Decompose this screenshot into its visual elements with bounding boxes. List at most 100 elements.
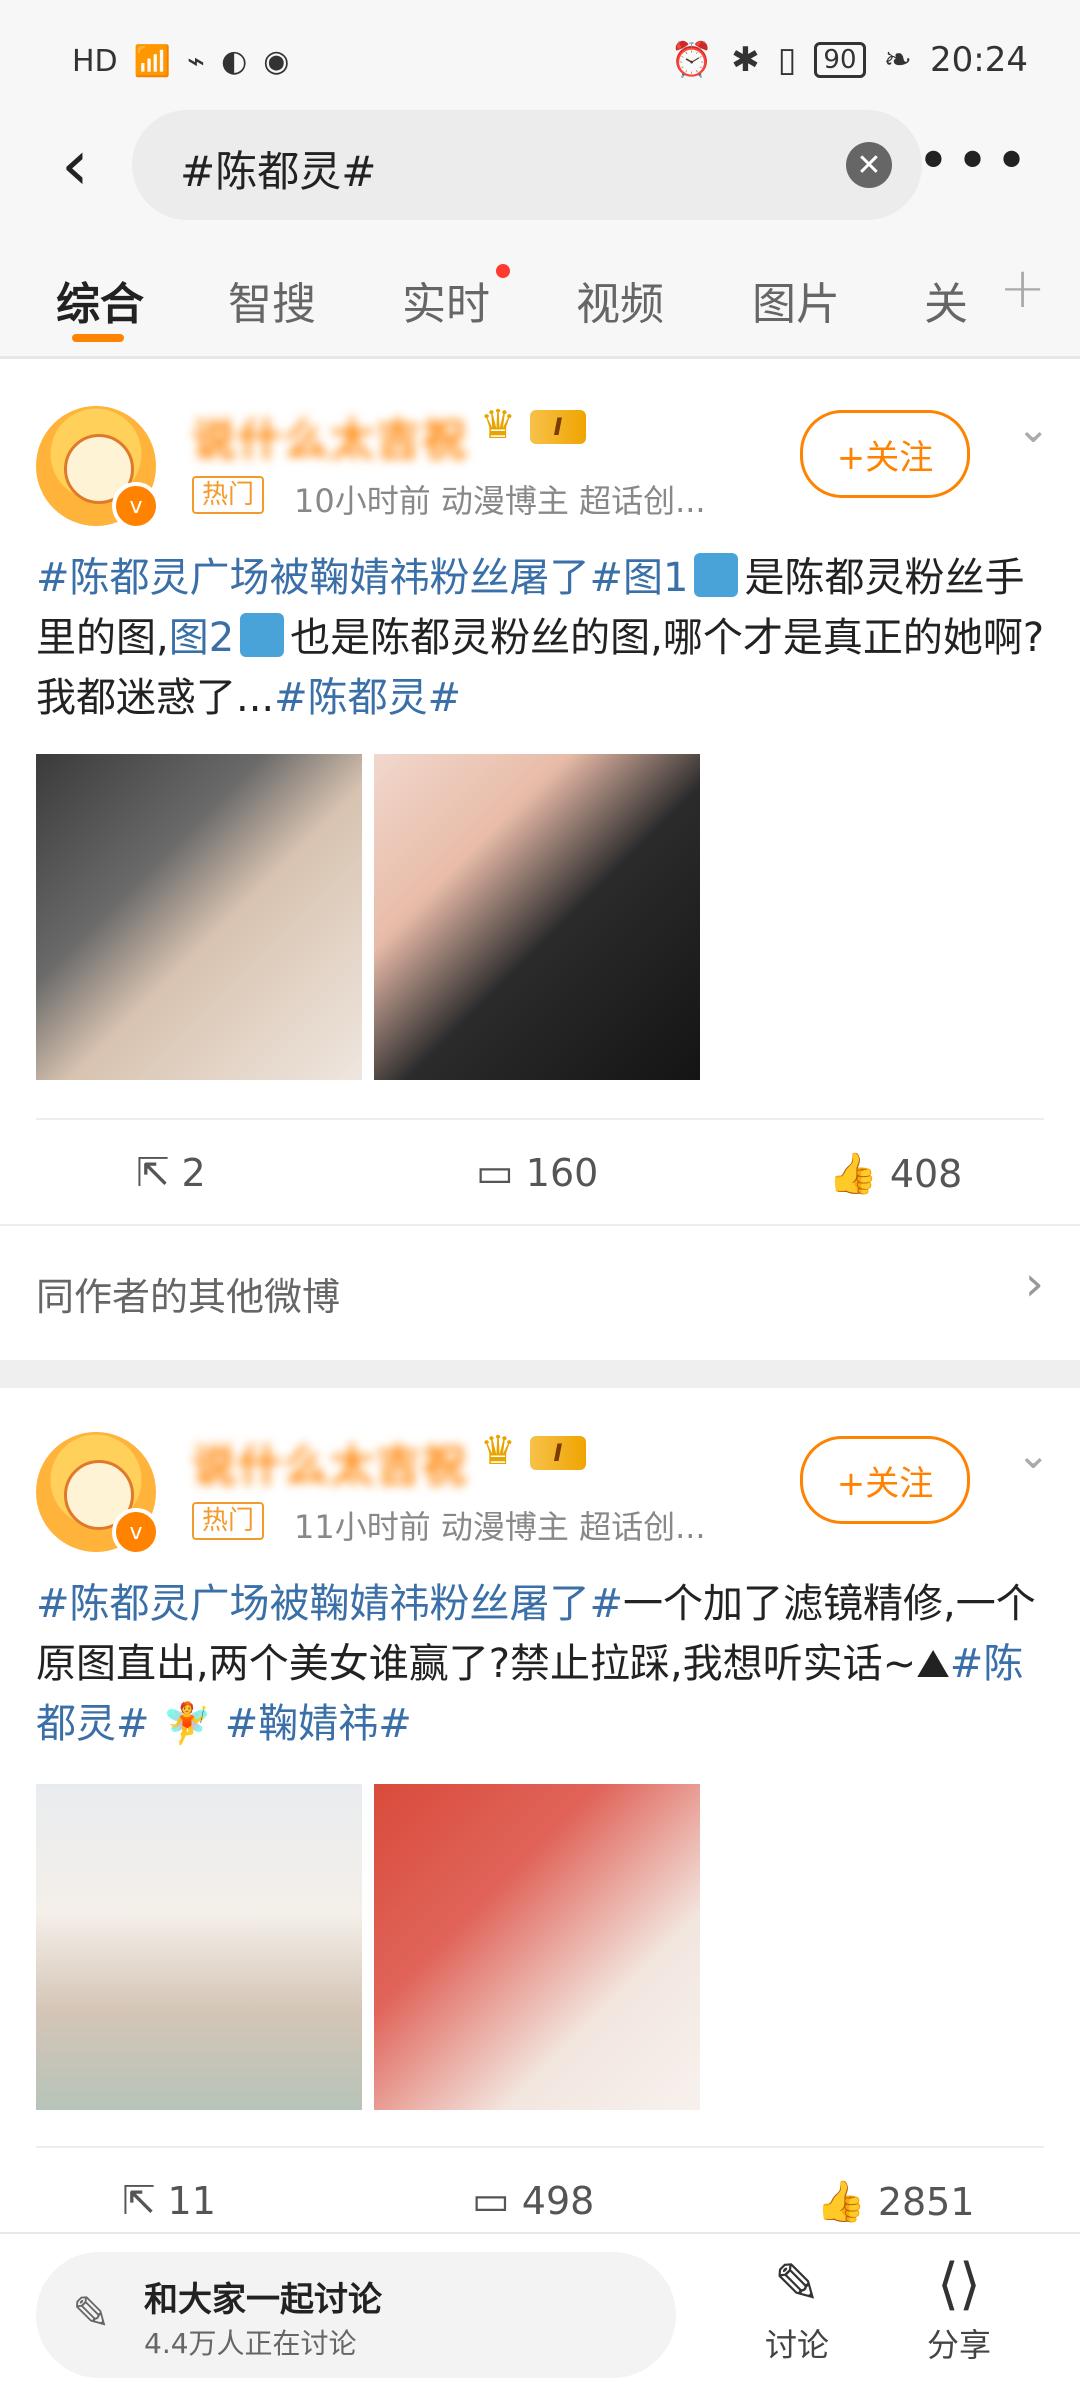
tab-comprehensive[interactable]: 综合 [56,268,144,332]
comment-icon: ▭ [472,2178,510,2224]
tab-more[interactable]: 关 [924,268,968,332]
post-image[interactable] [36,1784,362,2110]
hot-badge: 热门 [192,1502,265,1540]
post-separator [0,1360,1080,1388]
image-ref-link-2[interactable]: 图2 [169,615,234,661]
discuss-button[interactable]: ✎ 讨论 [742,2250,852,2386]
post-meta: 10小时前 动漫博主 超话创... [294,482,706,520]
avatar[interactable]: v [36,1432,160,1556]
status-right: ⏰ ✱ ▯ 90 ❧ 20:24 [671,40,1028,80]
status-left: HD 📶 ⌁ ◐ ◉ [72,44,289,79]
post-text: #陈都灵广场被鞠婧祎粉丝屠了#图1 是陈都灵粉丝手里的图,图2 也是陈都灵粉丝的图,… [36,548,1046,728]
crown-icon: ♛ [480,402,516,448]
discuss-title: 和大家一起讨论 [144,2280,382,2320]
level-badge: I [530,410,586,444]
tab-realtime[interactable]: 实时 [402,268,490,332]
repost-count: 2 [181,1151,206,1195]
like-button[interactable]: 👍 2851 [816,2178,975,2225]
comment-icon: ▭ [476,1150,514,1196]
verified-badge-icon: v [112,1508,160,1556]
bluetooth-icon: ✱ [731,40,760,80]
mountain-emoji-icon: ⛰ [916,1641,950,1687]
image-grid [0,1784,1080,2110]
vibrate-icon: ▯ [777,40,797,80]
wifi-icon: ⌁ [187,44,206,79]
share-icon: ⟨⟩ [937,2252,981,2317]
thumbs-up-icon: 👍 [816,2179,866,2225]
chevron-down-icon[interactable]: ⌄ [1016,406,1050,452]
repost-button[interactable]: ⇱ 2 [136,1150,206,1196]
post-image[interactable] [374,754,700,1080]
share-button[interactable]: ⟨⟩ 分享 [904,2250,1014,2386]
post-2: v 说什么太吉祝 ♛ I 热门 11小时前 动漫博主 超话创... +关注 ⌄ … [0,1388,1080,2238]
blue-square-icon [694,553,739,597]
tab-bar: 综合 智搜 实时 视频 图片 关 + [0,228,1080,359]
post-image[interactable] [36,754,362,1080]
crown-icon: ♛ [480,1428,516,1474]
comment-button[interactable]: ▭ 498 [472,2178,594,2224]
image-ref-link-1[interactable]: 图1 [623,555,688,601]
blue-square-icon [240,613,285,657]
leaf-icon: ❧ [883,40,913,80]
search-header: ‹ #陈都灵# ✕ ••• [0,98,1080,228]
like-count: 2851 [877,2179,975,2224]
post-actions: ⇱ 2 ▭ 160 👍 408 [36,1118,1044,1226]
avatar[interactable]: v [36,406,160,530]
active-tab-underline [72,334,124,342]
post-1: v 说什么太吉祝 ♛ I 热门 10小时前 动漫博主 超话创... +关注 ⌄ … [0,360,1080,1350]
post-text: #陈都灵广场被鞠婧祎粉丝屠了#一个加了滤镜精修,一个原图直出,两个美女谁赢了?禁… [36,1574,1046,1754]
repost-button[interactable]: ⇱ 11 [122,2178,216,2224]
verified-badge-icon: v [112,482,160,530]
like-count: 408 [889,1151,963,1196]
clock-time: 20:24 [930,40,1028,80]
hd-icon: HD [72,44,118,79]
clear-search-icon[interactable]: ✕ [846,142,892,188]
wechat-icon: ◐ [221,44,248,79]
add-tab-icon[interactable]: + [999,256,1046,321]
follow-button[interactable]: +关注 [800,410,970,498]
comment-count: 498 [521,2179,595,2223]
back-button[interactable]: ‹ [40,120,110,210]
search-input[interactable]: #陈都灵# ✕ [132,110,922,220]
chevron-right-icon: › [1024,1256,1044,1312]
same-author-row[interactable]: 同作者的其他微博 › [0,1224,1080,1358]
tab-video[interactable]: 视频 [576,268,664,332]
topic-link[interactable]: #陈都灵广场被鞠婧祎粉丝屠了# [36,555,623,601]
comment-button[interactable]: ▭ 160 [476,1150,598,1196]
realtime-dot-indicator [496,264,510,278]
discuss-count: 4.4万人正在讨论 [144,2327,357,2360]
username[interactable]: 说什么太吉祝 [192,1430,468,1494]
more-options-icon[interactable]: ••• [917,134,1034,190]
share-square-icon: ⇱ [122,2178,156,2224]
fairy-emoji-icon: 🧚 [149,1701,225,1747]
alarm-icon: ⏰ [670,40,714,80]
tab-smart-search[interactable]: 智搜 [228,268,316,332]
tab-images[interactable]: 图片 [752,268,840,332]
like-button[interactable]: 👍 408 [828,1150,962,1197]
topic-link[interactable]: #陈都灵# [274,675,461,721]
edit-square-icon: ✎ [773,2252,821,2317]
same-author-label: 同作者的其他微博 [36,1275,341,1319]
weibo-icon: ◉ [263,44,290,79]
follow-button[interactable]: +关注 [800,1436,970,1524]
discuss-button-label: 讨论 [764,2326,829,2364]
share-square-icon: ⇱ [136,1150,170,1196]
battery-indicator: 90 [814,42,866,78]
comment-count: 160 [525,1151,599,1195]
discuss-input[interactable]: ✎ 和大家一起讨论 4.4万人正在讨论 [36,2252,676,2378]
hot-badge: 热门 [192,476,265,514]
post-image[interactable] [374,1784,700,2110]
pen-icon: ✎ [72,2286,111,2340]
image-grid [0,754,1080,1080]
search-query: #陈都灵# [180,147,377,196]
chevron-down-icon[interactable]: ⌄ [1016,1432,1050,1478]
topic-link[interactable]: #陈都灵广场被鞠婧祎粉丝屠了# [36,1581,623,1627]
share-button-label: 分享 [926,2326,991,2364]
username[interactable]: 说什么太吉祝 [192,404,468,468]
level-badge: I [530,1436,586,1470]
topic-link[interactable]: #鞠婧祎# [225,1701,412,1747]
bottom-bar: ✎ 和大家一起讨论 4.4万人正在讨论 ✎ 讨论 ⟨⟩ 分享 [0,2232,1080,2390]
signal-icon: 📶 [133,44,172,79]
post-meta: 11小时前 动漫博主 超话创... [294,1508,706,1546]
repost-count: 11 [167,2179,216,2223]
